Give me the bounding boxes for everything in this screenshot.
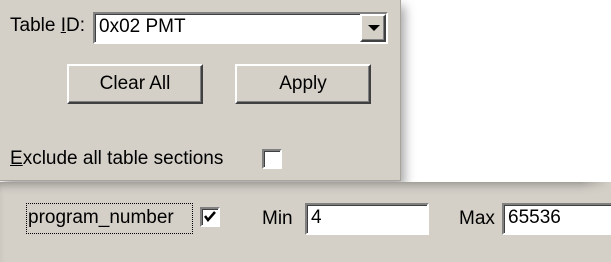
field-name-label: program_number xyxy=(28,207,174,228)
table-id-dropdown-button[interactable] xyxy=(360,14,386,42)
min-input[interactable]: 4 xyxy=(305,203,429,235)
apply-button[interactable]: Apply xyxy=(235,64,371,104)
clear-all-button[interactable]: Clear All xyxy=(67,64,203,104)
min-label: Min xyxy=(262,208,293,229)
table-id-label: Table ID: xyxy=(10,15,85,36)
exclude-sections-checkbox[interactable] xyxy=(262,149,282,169)
max-label: Max xyxy=(459,208,495,229)
chevron-down-icon xyxy=(368,25,380,31)
field-enable-checkbox[interactable] xyxy=(200,207,220,227)
table-id-value: 0x02 PMT xyxy=(99,16,186,37)
stage: Table ID: 0x02 PMT Clear All Apply Exclu… xyxy=(0,0,611,262)
table-filter-panel: Table ID: 0x02 PMT Clear All Apply Exclu… xyxy=(0,0,401,181)
table-id-combobox[interactable]: 0x02 PMT xyxy=(93,12,388,44)
max-input[interactable]: 65536 xyxy=(502,203,611,235)
exclude-sections-label: Exclude all table sections xyxy=(10,148,224,169)
checkmark-icon xyxy=(204,211,216,222)
